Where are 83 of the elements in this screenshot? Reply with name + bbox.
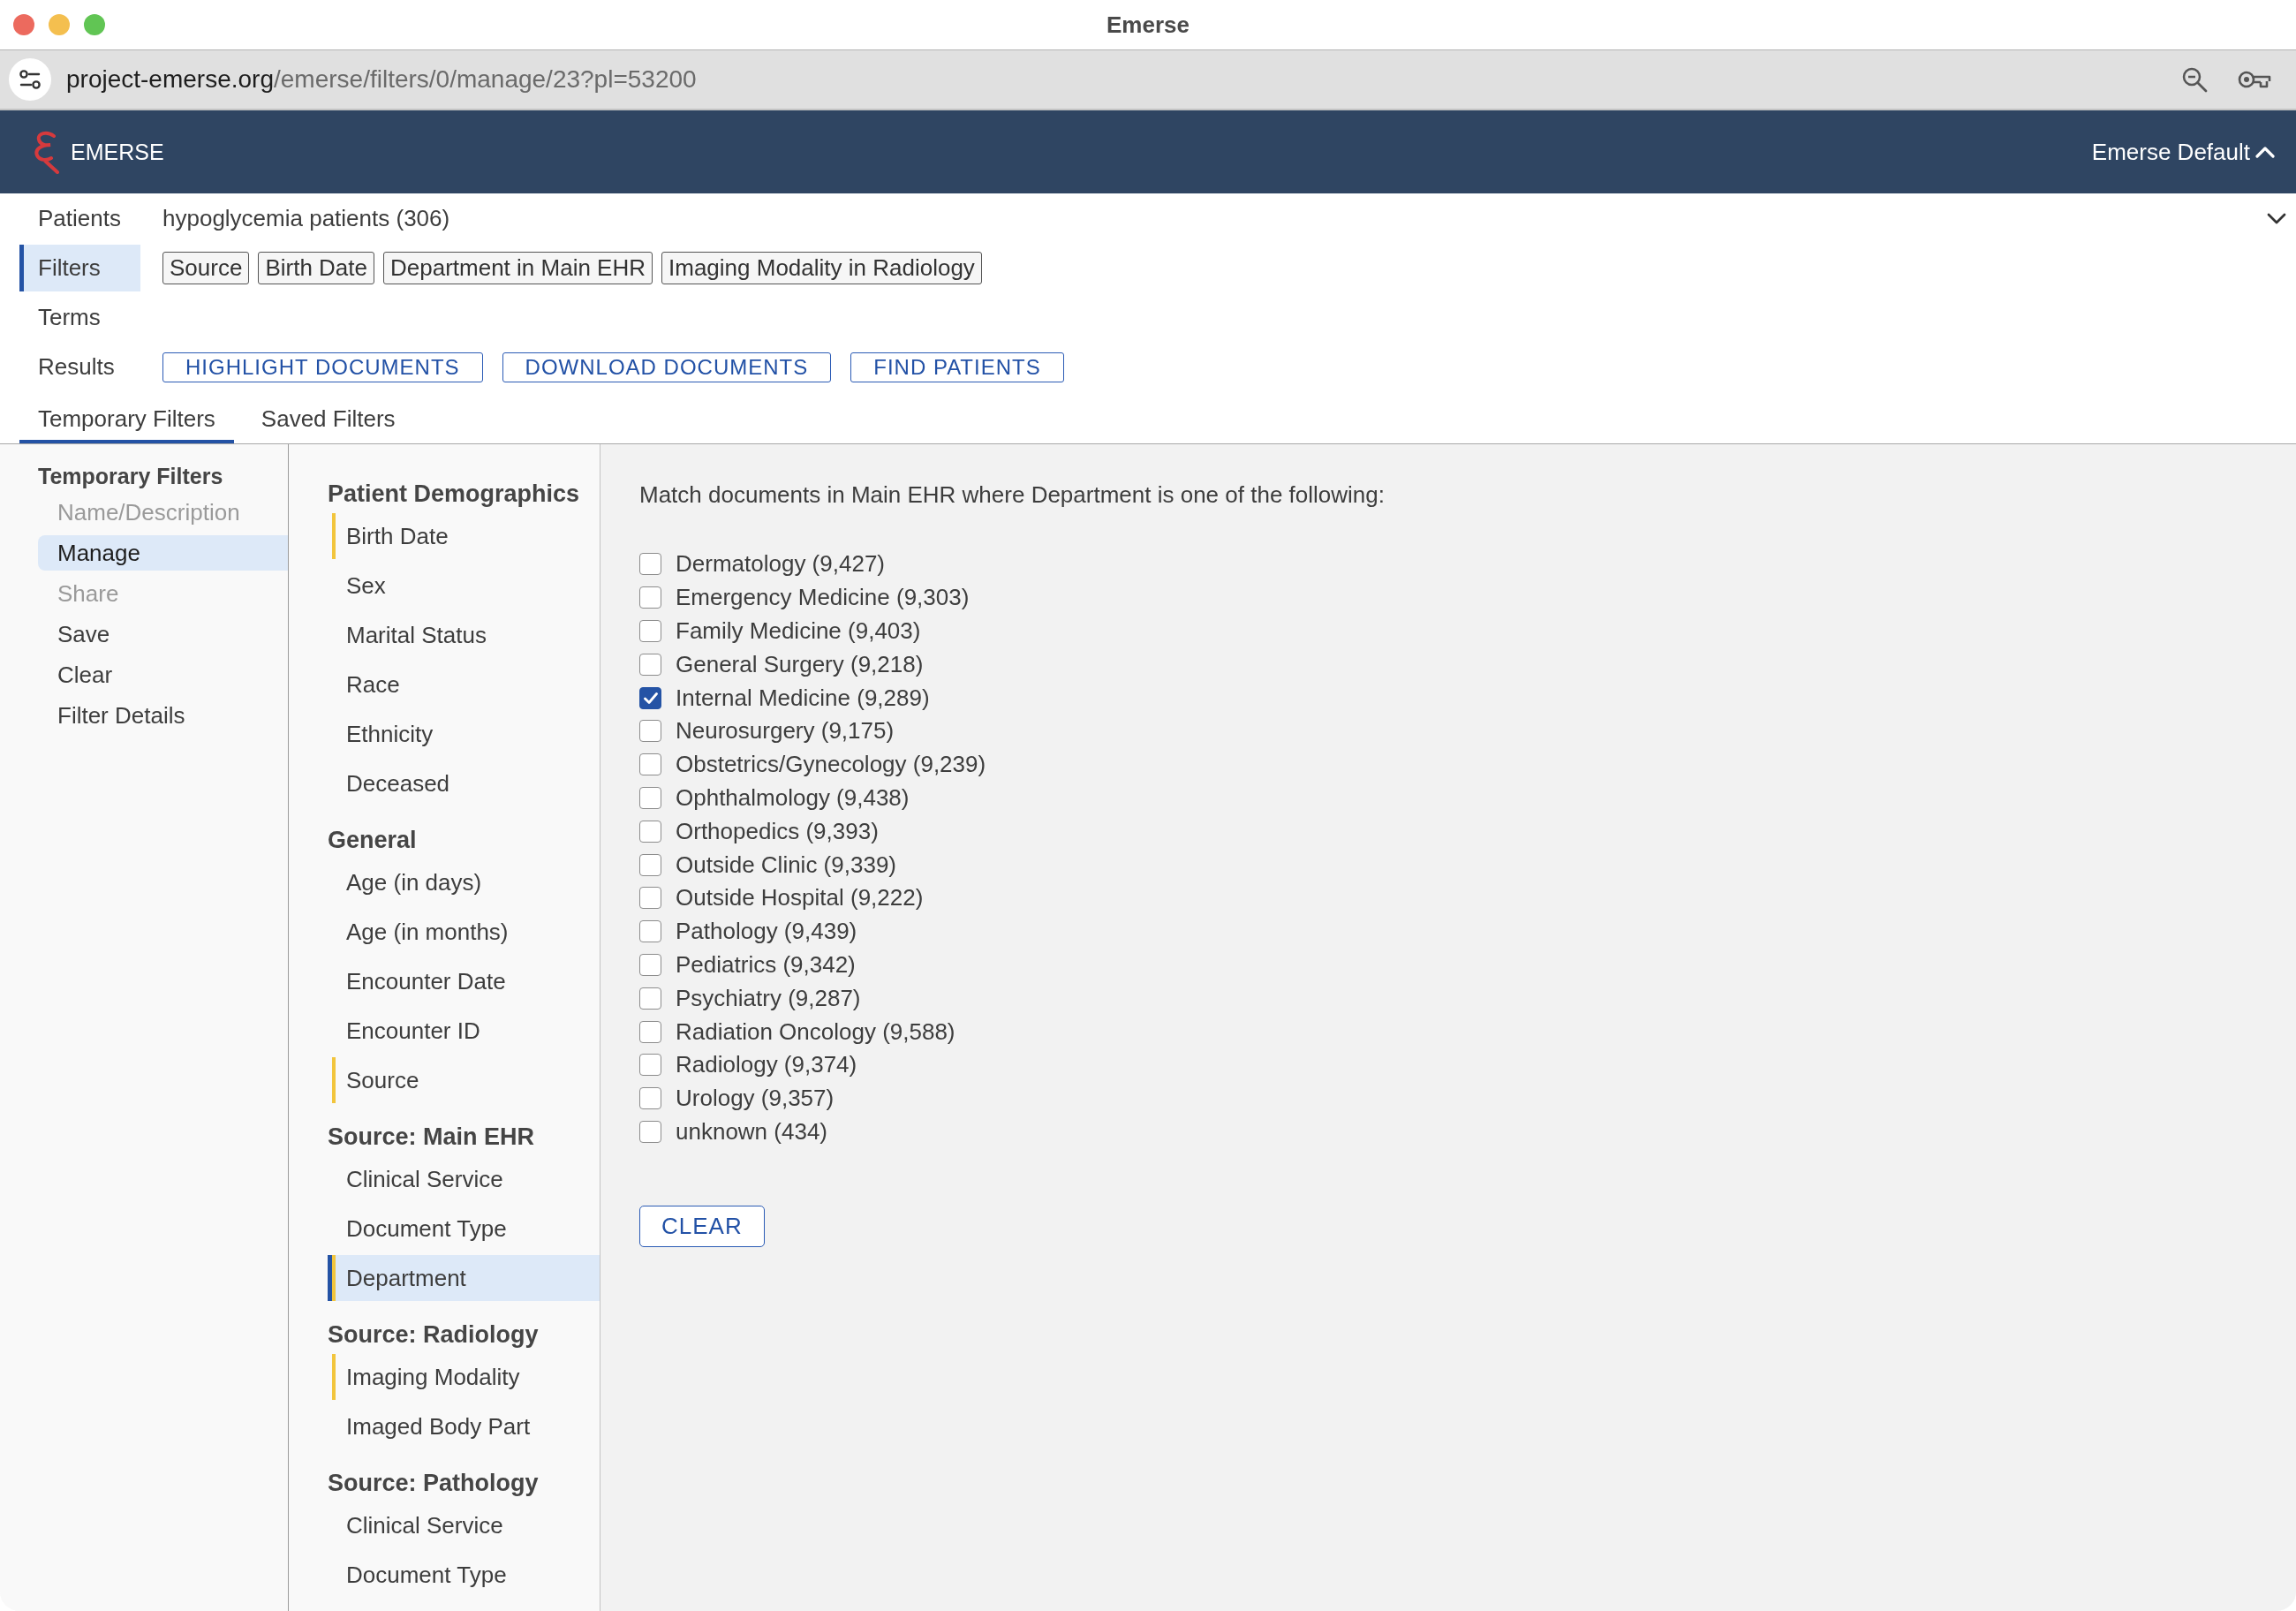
filter-chip[interactable]: Department in Main EHR — [383, 252, 653, 284]
checkbox[interactable] — [639, 887, 661, 910]
profile-menu-button[interactable]: Emerse Default — [2091, 138, 2275, 166]
filter-group-heading: Source: Radiology — [328, 1320, 540, 1350]
tab[interactable]: Temporary Filters — [19, 397, 234, 443]
checkbox-label[interactable]: Radiation Oncology (9,588) — [676, 1017, 955, 1046]
checkbox-label[interactable]: Outside Clinic (9,339) — [676, 851, 896, 879]
checkbox[interactable] — [639, 620, 661, 642]
filter-item[interactable]: Department — [328, 1255, 600, 1301]
filter-group-heading: Source: Main EHR — [328, 1123, 536, 1152]
checkbox[interactable] — [639, 1054, 661, 1077]
checkbox-label[interactable]: Orthopedics (9,393) — [676, 817, 879, 845]
filter-chip[interactable]: Source — [162, 252, 250, 284]
key-icon[interactable] — [2238, 70, 2271, 89]
checkbox[interactable] — [639, 586, 661, 609]
chevron-up-icon — [2255, 146, 2275, 158]
filter-item[interactable]: Encounter Date — [328, 958, 600, 1004]
checkbox-label[interactable]: Urology (9,357) — [676, 1085, 835, 1113]
menu-item[interactable]: Clear — [38, 657, 288, 692]
checkbox-label[interactable]: Psychiatry (9,287) — [676, 984, 861, 1012]
filter-item[interactable]: Clinical Service — [328, 1502, 600, 1548]
checkbox-label[interactable]: Neurosurgery (9,175) — [676, 717, 895, 745]
window-title: Emerse — [1106, 11, 1190, 39]
checkbox[interactable] — [639, 1087, 661, 1110]
minimize-icon[interactable] — [49, 14, 70, 35]
checkbox[interactable] — [639, 720, 661, 743]
checkbox-label[interactable]: Emergency Medicine (9,303) — [676, 584, 970, 612]
filter-item[interactable]: Race — [328, 662, 600, 707]
summary-nav-item[interactable]: Patients — [19, 195, 140, 242]
filter-item[interactable]: Document Type — [328, 1552, 600, 1598]
filter-item[interactable]: Ethnicity — [328, 711, 600, 757]
filter-item[interactable]: Birth Date — [328, 513, 600, 559]
summary-nav-item[interactable]: Filters — [19, 245, 140, 291]
logo-icon[interactable] — [32, 130, 60, 174]
maximize-icon[interactable] — [84, 14, 105, 35]
filter-item[interactable]: Marital Status — [328, 612, 600, 658]
filter-description: Match documents in Main EHR where Department is one of the following: — [639, 480, 1385, 510]
filter-chip[interactable]: Birth Date — [258, 252, 374, 284]
filter-item[interactable]: Document Type — [328, 1206, 600, 1252]
filter-item[interactable]: Deceased — [328, 760, 600, 806]
checkbox[interactable] — [639, 553, 661, 576]
checkbox-label[interactable]: Dermatology (9,427) — [676, 550, 885, 579]
filter-group-heading: General — [328, 826, 418, 855]
action-button[interactable]: FIND PATIENTS — [850, 352, 1064, 382]
checkbox-label[interactable]: Pediatrics (9,342) — [676, 950, 856, 979]
action-button[interactable]: HIGHLIGHT DOCUMENTS — [162, 352, 483, 382]
filter-item[interactable]: Imaged Body Part — [328, 1403, 600, 1449]
menu-item[interactable]: Filter Details — [38, 698, 288, 733]
brand-name[interactable]: EMERSE — [71, 139, 164, 165]
site-settings-icon[interactable] — [9, 58, 51, 101]
checkbox-label[interactable]: Radiology (9,374) — [676, 1051, 857, 1079]
zoom-out-icon[interactable] — [2181, 66, 2208, 93]
summary-nav-item[interactable]: Results — [19, 344, 140, 390]
checkbox-label[interactable]: Ophthalmology (9,438) — [676, 783, 910, 812]
checkbox-label[interactable]: Obstetrics/Gynecology (9,239) — [676, 751, 986, 779]
checkbox-label[interactable]: General Surgery (9,218) — [676, 650, 924, 678]
checkbox[interactable] — [639, 753, 661, 776]
action-button[interactable]: DOWNLOAD DOCUMENTS — [502, 352, 832, 382]
filter-item[interactable]: Age (in months) — [328, 909, 600, 955]
checkbox[interactable] — [639, 920, 661, 943]
checkbox-label[interactable]: Family Medicine (9,403) — [676, 617, 921, 645]
filter-item[interactable]: Encounter ID — [328, 1008, 600, 1054]
filter-item[interactable]: Source — [328, 1057, 600, 1103]
filter-item[interactable]: Age (in days) — [328, 859, 600, 905]
filter-item[interactable]: Clinical Service — [328, 1156, 600, 1202]
checkbox-label[interactable]: Internal Medicine (9,289) — [676, 684, 930, 712]
filter-group-heading: Patient Demographics — [328, 480, 581, 509]
patient-set-name: hypoglycemia patients (306) — [162, 205, 450, 232]
checkbox-label[interactable]: unknown (434) — [676, 1117, 827, 1146]
filter-group-heading: Source: Pathology — [328, 1469, 540, 1498]
filter-item[interactable]: Sex — [328, 563, 600, 609]
menu-item[interactable]: Save — [38, 616, 288, 652]
tab[interactable]: Saved Filters — [242, 397, 414, 443]
close-icon[interactable] — [13, 14, 34, 35]
checkbox-label[interactable]: Outside Hospital (9,222) — [676, 884, 924, 912]
chevron-down-icon[interactable] — [2267, 212, 2286, 225]
filter-item[interactable]: Imaging Modality — [328, 1354, 600, 1400]
filter-chip[interactable]: Imaging Modality in Radiology — [661, 252, 982, 284]
summary-nav-item[interactable]: Terms — [19, 294, 140, 341]
clear-button[interactable]: CLEAR — [639, 1206, 765, 1248]
checkbox-label[interactable]: Pathology (9,439) — [676, 918, 857, 946]
menu-item[interactable]: Manage — [38, 535, 288, 571]
menu-heading: Temporary Filters — [38, 463, 224, 490]
